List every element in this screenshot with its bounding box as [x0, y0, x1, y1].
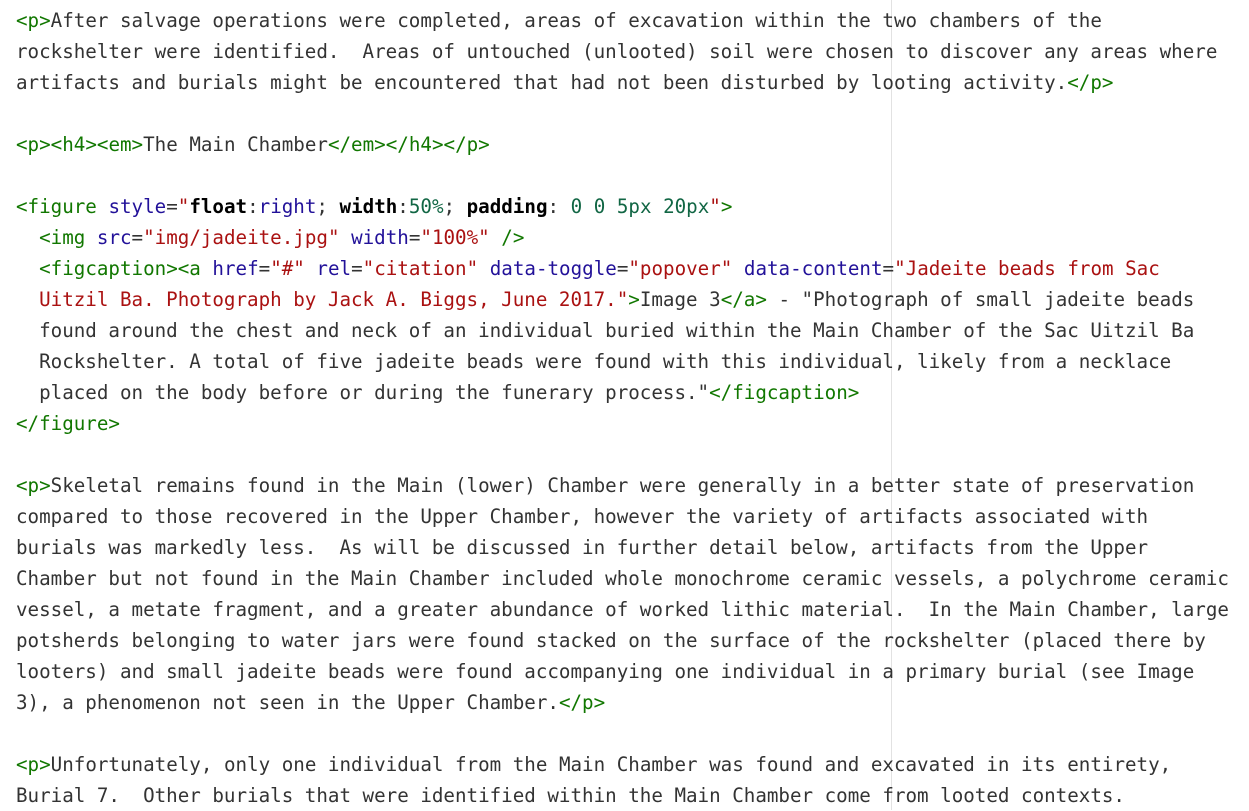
code-line[interactable]: 3), a phenomenon not seen in the Upper C… [16, 687, 605, 718]
code-line[interactable]: <p>Unfortunately, only one individual fr… [16, 749, 1171, 780]
code-line[interactable]: <p>Skeletal remains found in the Main (l… [16, 470, 1194, 501]
code-line[interactable]: looters) and small jadeite beads were fo… [16, 656, 1194, 687]
code-line[interactable]: Burial 7. Other burials that were identi… [16, 780, 1125, 811]
code-line[interactable]: <p><h4><em>The Main Chamber</em></h4></p… [16, 129, 490, 160]
code-line[interactable]: <figure style="float:right; width:50%; p… [16, 191, 732, 222]
code-line[interactable]: Chamber but not found in the Main Chambe… [16, 563, 1229, 594]
code-line[interactable]: <img src="img/jadeite.jpg" width="100%" … [16, 222, 524, 253]
code-line[interactable]: found around the chest and neck of an in… [16, 315, 1194, 346]
code-line[interactable]: vessel, a metate fragment, and a greater… [16, 594, 1229, 625]
code-line[interactable]: Uitzil Ba. Photograph by Jack A. Biggs, … [16, 284, 1194, 315]
code-editor[interactable]: <p>After salvage operations were complet… [0, 0, 1249, 810]
code-line[interactable]: </figure> [16, 408, 120, 439]
code-line[interactable]: compared to those recovered in the Upper… [16, 501, 1148, 532]
code-line[interactable]: potsherds belonging to water jars were f… [16, 625, 1206, 656]
code-line[interactable]: burials was markedly less. As will be di… [16, 532, 1148, 563]
code-line[interactable]: <p>After salvage operations were complet… [16, 5, 1102, 36]
code-line[interactable]: <figcaption><a href="#" rel="citation" d… [16, 253, 1160, 284]
print-margin-ruler [891, 0, 892, 810]
code-line[interactable]: Rockshelter. A total of five jadeite bea… [16, 346, 1171, 377]
code-line[interactable]: placed on the body before or during the … [16, 377, 859, 408]
code-line[interactable]: artifacts and burials might be encounter… [16, 67, 1113, 98]
code-line[interactable]: rockshelter were identified. Areas of un… [16, 36, 1217, 67]
